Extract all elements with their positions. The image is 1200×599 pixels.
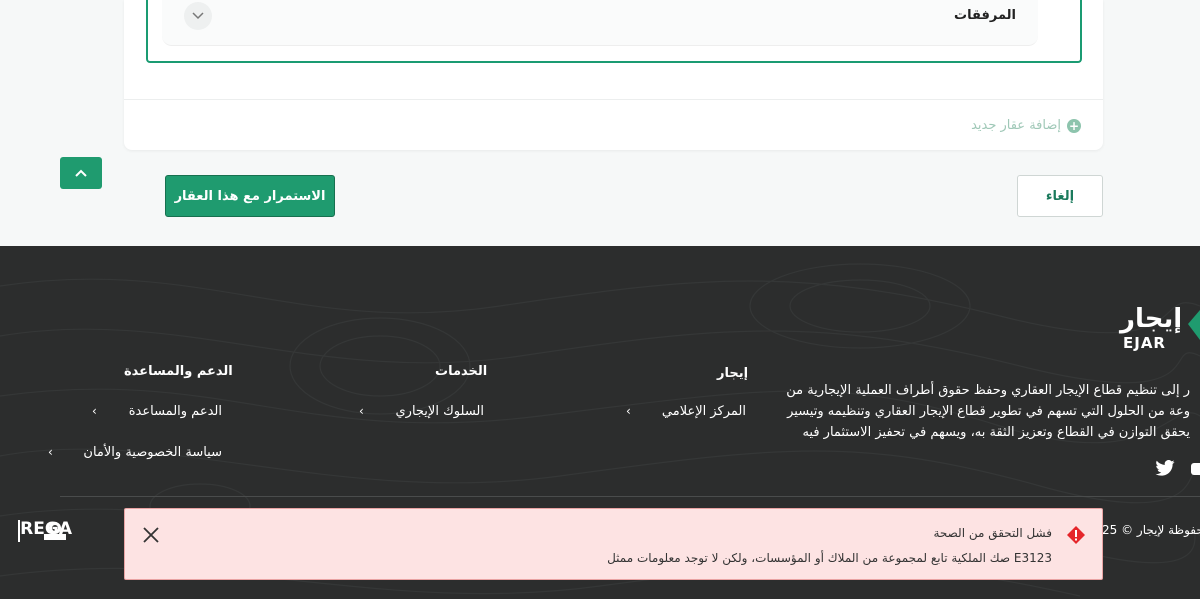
brand-name-arabic: إيجار xyxy=(1120,304,1183,334)
add-property-link[interactable]: + إضافة عقار جديد xyxy=(971,118,1081,133)
youtube-icon[interactable] xyxy=(1191,463,1200,475)
footer-col-title-services: الخدمات xyxy=(435,364,488,379)
toast-title: فشل التحقق من الصحة xyxy=(933,526,1052,540)
copyright-text: محفوظة لإيجار © 25 xyxy=(1102,523,1200,537)
chevron-down-icon[interactable] xyxy=(184,2,212,30)
footer-divider xyxy=(60,496,1200,497)
footer-link-support[interactable]: › الدعم والمساعدة xyxy=(92,402,222,420)
twitter-icon[interactable] xyxy=(1155,460,1175,476)
validation-error-toast: فشل التحقق من الصحة E3123 صك الملكية تاب… xyxy=(124,508,1103,580)
partner-logos: 30 REGA xyxy=(18,519,73,542)
footer-col-title-support: الدعم والمساعدة xyxy=(124,364,233,379)
chevron-right-icon: › xyxy=(48,445,53,459)
footer-link-media-center[interactable]: › المركز الإعلامي xyxy=(626,402,746,420)
chevron-up-icon xyxy=(75,169,87,177)
scroll-top-button[interactable] xyxy=(60,157,102,189)
attachments-accordion[interactable]: المرفقات xyxy=(162,0,1038,46)
attachments-section: المرفقات xyxy=(146,0,1082,63)
chevron-right-icon: › xyxy=(626,404,631,418)
brand-name-english: EJAR xyxy=(1123,334,1166,352)
footer-link-privacy[interactable]: › سياسة الخصوصية والأمان xyxy=(48,443,222,461)
warning-icon xyxy=(1067,526,1085,544)
chevron-right-icon: › xyxy=(359,404,364,418)
property-card: المرفقات + إضافة عقار جديد xyxy=(124,0,1103,150)
toast-message: E3123 صك الملكية تابع لمجموعة من الملاك … xyxy=(607,551,1052,565)
about-line: وعة من الحلول التي تسهم في تطوير قطاع ال… xyxy=(787,404,1190,419)
chevron-right-icon: › xyxy=(92,404,97,418)
attachments-title: المرفقات xyxy=(954,8,1016,23)
cancel-button[interactable]: إلغاء xyxy=(1017,175,1103,217)
plus-circle-icon: + xyxy=(1067,118,1081,133)
footer-col-title-ejar: إيجار xyxy=(717,366,749,381)
ejar-logo-icon xyxy=(1188,310,1200,340)
divider xyxy=(124,99,1103,100)
about-line: يحقق التوازن في القطاع وتعزيز الثقة به، … xyxy=(802,425,1190,440)
rega-logo: REGA xyxy=(20,519,73,539)
close-icon[interactable] xyxy=(141,525,161,545)
footer-link-rental-behavior[interactable]: › السلوك الإيجاري xyxy=(359,402,484,420)
about-line: ر إلى تنظيم قطاع الإيجار العقاري وحفظ حق… xyxy=(786,383,1190,398)
about-text: ر إلى تنظيم قطاع الإيجار العقاري وحفظ حق… xyxy=(770,380,1190,443)
continue-with-property-button[interactable]: الاستمرار مع هذا العقار xyxy=(165,175,335,217)
add-property-label: إضافة عقار جديد xyxy=(971,118,1061,133)
page-content: المرفقات + إضافة عقار جديد الاستمرار مع … xyxy=(0,0,1200,246)
